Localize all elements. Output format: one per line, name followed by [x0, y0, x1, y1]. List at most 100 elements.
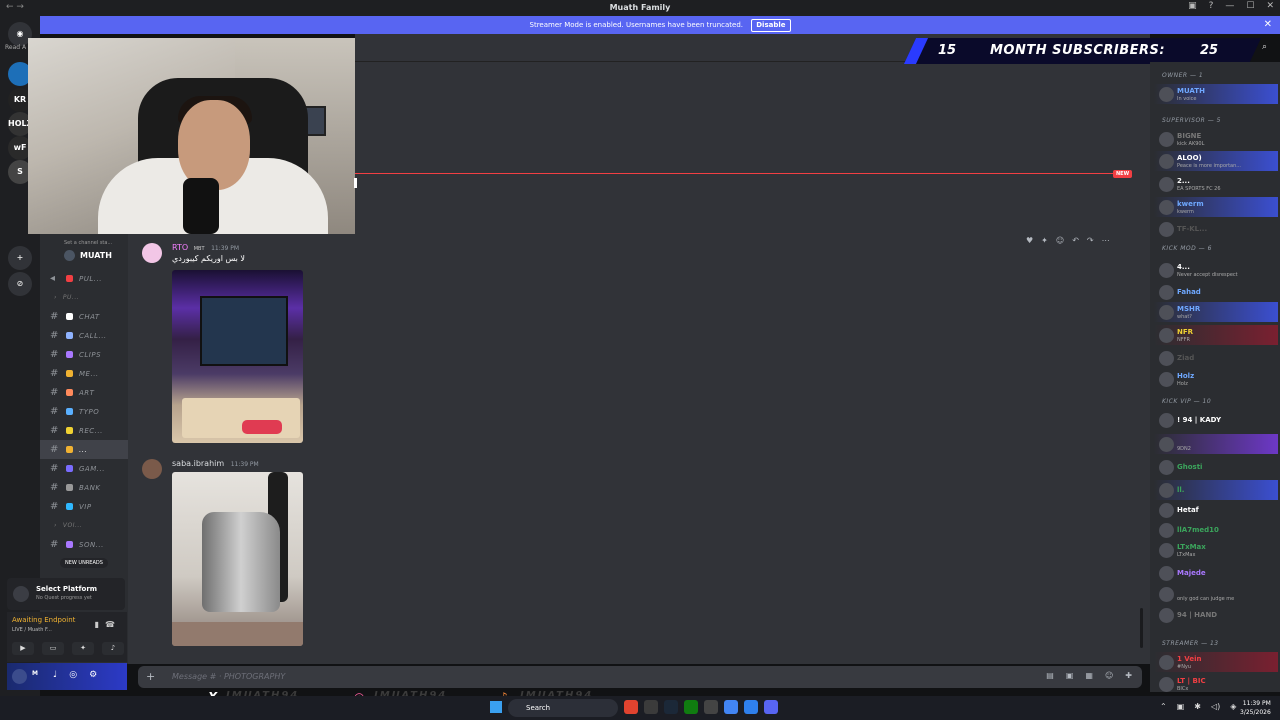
channel-item[interactable]: # REC... — [40, 421, 128, 440]
gift-icon[interactable]: ▤ — [1046, 671, 1054, 680]
gif-icon[interactable]: ▣ — [1066, 671, 1074, 680]
server-header[interactable]: MUATH — [40, 248, 128, 269]
channel-item[interactable]: # CHAT — [40, 307, 128, 326]
member-item[interactable]: BIGNE kick AK90L — [1154, 129, 1278, 149]
member-item[interactable]: Ziad — [1154, 348, 1278, 368]
disconnect-icon[interactable]: ☎ — [105, 620, 121, 629]
quest-card[interactable]: Select Platform No Quest progress yet — [7, 578, 125, 610]
avatar[interactable] — [142, 459, 162, 479]
discover-icon[interactable]: ⊘ — [8, 272, 32, 296]
help-icon[interactable]: ? — [1209, 1, 1214, 11]
disable-streamer-mode-button[interactable]: Disable — [751, 19, 791, 32]
member-item[interactable]: NFR NFFR — [1154, 325, 1278, 345]
gear-icon[interactable]: ⚙ — [89, 670, 97, 680]
reaction-icon[interactable]: ✦ — [1041, 236, 1048, 245]
message-image[interactable] — [172, 472, 303, 646]
steam-icon[interactable] — [664, 700, 678, 714]
member-item[interactable]: Hetaf — [1154, 500, 1278, 520]
xbox-icon[interactable] — [684, 700, 698, 714]
channel-item[interactable]: # ART — [40, 383, 128, 402]
member-item[interactable]: MSHR what? — [1154, 302, 1278, 322]
channel-item[interactable]: ◂ PUL... — [40, 269, 128, 288]
channel-item[interactable]: # CLIPS — [40, 345, 128, 364]
avatar[interactable] — [142, 243, 162, 263]
message-image[interactable] — [172, 270, 303, 443]
member-item[interactable]: LT | BIC BICx — [1154, 674, 1278, 694]
channel-item[interactable]: # BANK — [40, 478, 128, 497]
headphones-icon[interactable]: ◎ — [69, 670, 77, 680]
channel-item[interactable]: # SON... — [40, 535, 128, 554]
apps-icon[interactable]: ✚ — [1125, 671, 1132, 680]
close-button[interactable]: ✕ — [1266, 1, 1274, 11]
taskbar-search[interactable]: Search — [508, 699, 618, 717]
discord-icon[interactable] — [764, 700, 778, 714]
member-item[interactable]: LTxMax LTxMax — [1154, 540, 1278, 560]
channel-item[interactable]: # GAM... — [40, 459, 128, 478]
minimize-button[interactable]: — — [1225, 1, 1234, 11]
chrome-icon[interactable] — [724, 700, 738, 714]
member-item[interactable]: llA7med10 — [1154, 520, 1278, 540]
channel-item[interactable]: #... — [40, 440, 128, 459]
volume-icon[interactable]: ◁) — [1211, 702, 1220, 711]
message-input[interactable]: + Message # · PHOTOGRAPHY ▤ ▣ ▦ ☺ ✚ — [138, 666, 1142, 688]
member-item[interactable]: Holz Holz — [1154, 369, 1278, 389]
channel-item[interactable]: # CALL... — [40, 326, 128, 345]
taskbar-clock[interactable]: 11:39 PM 3/25/2026 — [1240, 699, 1271, 717]
inbox-icon[interactable]: ▣ — [1188, 1, 1197, 11]
member-item[interactable]: 4... Never accept disrespect — [1154, 260, 1278, 280]
message-author[interactable]: RTO — [172, 243, 188, 252]
avatar[interactable] — [12, 669, 27, 684]
member-item[interactable]: only god can judge me — [1154, 584, 1278, 604]
brave-icon[interactable] — [624, 700, 638, 714]
emoji-icon[interactable]: ☺ — [1105, 671, 1113, 680]
microphone-icon[interactable]: ♩ — [53, 670, 57, 680]
sticker-icon[interactable]: ▦ — [1085, 671, 1093, 680]
reaction-icon[interactable]: ♥ — [1026, 236, 1033, 245]
chevron-up-icon[interactable]: ⌃ — [1160, 702, 1167, 711]
member-item[interactable]: kwerm kwerm — [1154, 197, 1278, 217]
attach-icon[interactable]: + — [146, 670, 155, 683]
forward-icon[interactable]: ↷ — [1087, 236, 1094, 245]
member-item[interactable]: Majede — [1154, 563, 1278, 583]
close-icon[interactable]: ✕ — [1264, 16, 1272, 34]
emoji-icon[interactable]: ☺ — [1056, 236, 1064, 245]
read-all-label[interactable]: Read A — [5, 44, 26, 51]
chat-scrollbar[interactable] — [1140, 608, 1143, 648]
voice-channel[interactable]: LIVE / Muath F... — [12, 627, 52, 633]
app-tray-icon[interactable]: ▣ — [1177, 702, 1185, 711]
member-item[interactable]: MUATH In voice — [1154, 84, 1278, 104]
member-item[interactable]: 94 | HAND — [1154, 605, 1278, 625]
signal-icon[interactable]: ▮ — [95, 620, 105, 629]
member-item[interactable]: ll. — [1154, 480, 1278, 500]
channel-category[interactable]: › VOI... — [40, 516, 128, 535]
channel-item[interactable]: # VIP — [40, 497, 128, 516]
app-icon[interactable] — [644, 700, 658, 714]
channel-item[interactable]: # TYPO — [40, 402, 128, 421]
reply-icon[interactable]: ↶ — [1072, 236, 1079, 245]
member-item[interactable]: 2... EA SPORTS FC 26 — [1154, 174, 1278, 194]
camera-button[interactable]: ▶ — [12, 642, 34, 655]
member-item[interactable]: Ghosti — [1154, 457, 1278, 477]
channel-status[interactable]: Set a channel sta... — [40, 234, 128, 248]
member-item[interactable]: 9DN2 — [1154, 434, 1278, 454]
windows-start-icon[interactable] — [490, 701, 502, 713]
screenshare-button[interactable]: ▭ — [42, 642, 64, 655]
app-icon[interactable] — [744, 700, 758, 714]
soundboard-button[interactable]: ♪ — [102, 642, 124, 655]
channel-item[interactable]: # ME... — [40, 364, 128, 383]
maximize-button[interactable]: ☐ — [1246, 1, 1254, 11]
search-icon[interactable]: ⌕ — [1262, 42, 1267, 52]
message-author[interactable]: saba.ibrahim — [172, 459, 224, 468]
new-unreads-pill[interactable]: NEW UNREADS — [60, 558, 108, 568]
app-icon[interactable] — [704, 700, 718, 714]
add-server-icon[interactable]: + — [8, 246, 32, 270]
more-icon[interactable]: ⋯ — [1102, 236, 1110, 245]
member-item[interactable]: 1 Vein #Nyu — [1154, 652, 1278, 672]
member-item[interactable]: ALOO) Peace is more importan... — [1154, 151, 1278, 171]
member-item[interactable]: Fahad — [1154, 282, 1278, 302]
activity-button[interactable]: ✦ — [72, 642, 94, 655]
bluetooth-icon[interactable]: ✱ — [1194, 702, 1201, 711]
network-icon[interactable]: ◈ — [1230, 702, 1236, 711]
member-item[interactable]: ! 94 | KADY — [1154, 410, 1278, 430]
channel-category[interactable]: › PU... — [40, 288, 128, 307]
